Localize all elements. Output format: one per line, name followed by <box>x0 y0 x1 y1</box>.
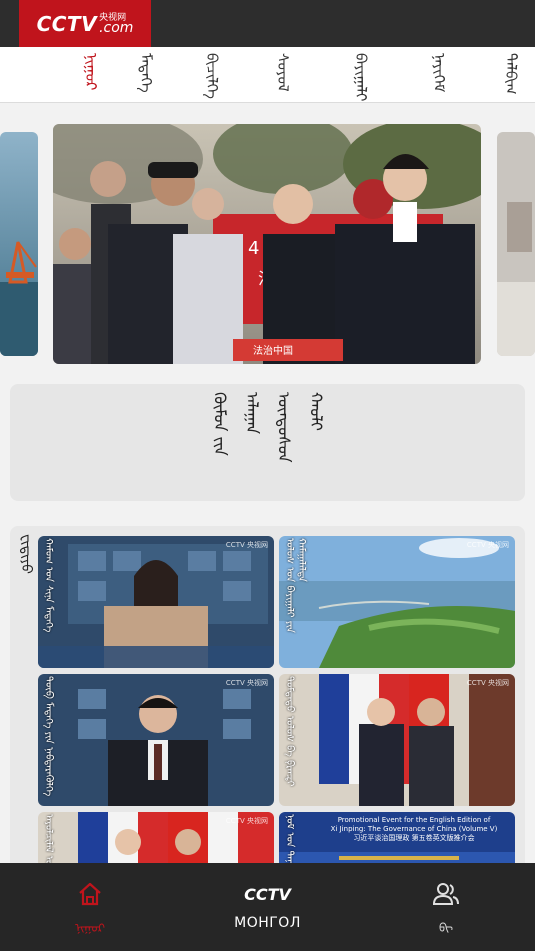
nav-profile-label: ᠪᠢ <box>438 921 453 935</box>
video-card[interactable]: ᠤᠯᠤᠰ ᠤᠨ ᠪᠠᠶᠢᠭᠠᠯᠢ ᠶᠢᠨ ᠬᠠᠮᠠᠭᠠᠯᠠᠯᠲᠠ CCTV 央视… <box>279 536 515 668</box>
male-anchor-thumbnail <box>38 674 274 806</box>
video-watermark: CCTV 央视网 <box>225 817 268 825</box>
video-watermark: CCTV 央视网 <box>225 541 268 549</box>
top-bar: CCTV 央视网 .com <box>0 0 535 47</box>
hero-carousel[interactable]: 4 法日 法治中国 <box>0 122 535 366</box>
logo-wordmark: CCTV 央视网 .com <box>37 12 134 36</box>
nav-home[interactable]: ᠨᠢᠭᠤᠷ <box>62 863 118 951</box>
nav-center-label: МОНГОЛ <box>234 915 301 931</box>
banner-footer-text: 法治中国 <box>253 344 293 357</box>
cctv-logo[interactable]: CCTV 央视网 .com <box>19 0 151 47</box>
tab-label: ᠨᠡᠶᠢᠭᠡᠮ <box>430 53 448 93</box>
video-card[interactable]: ᠠᠶᠤᠯᠴᠢᠯᠠᠯ ᠤᠨ ᠲᠤᠬᠠᠢ CCTV 央视网 <box>38 812 274 866</box>
carousel-slide-next[interactable] <box>497 132 535 356</box>
video-caption: ᠠᠶᠤᠯᠴᠢᠯᠠᠯ ᠤᠨ ᠲᠤᠬᠠᠢ <box>43 814 54 866</box>
video-grid: ᠸᠢᠳᠢᠶᠣ ᠬᠠᠮᠤᠭ ᠤᠨ ᠰᠢᠨᠡ ᠮᠡᠳᠡᠭᠡ CCTV 央视网 ᠤᠯᠤ… <box>10 526 525 866</box>
video-watermark: CCTV 央视网 <box>466 679 509 687</box>
nav-center-logo: CCTV <box>244 884 291 904</box>
tab-nature[interactable]: ᠪᠠᠶᠢᠭᠠᠯᠢ <box>348 53 374 102</box>
banner-en-line-1: Promotional Event for the English Editio… <box>337 816 491 824</box>
section-title-line-1: ᠬᠦᠮᠦᠨ ᠵᠢᠨ ᠠᠯᠠᠭᠠᠨ <box>210 392 262 456</box>
legal-day-photo: 4 法日 法治中国 <box>53 124 481 364</box>
nav-home-label: ᠨᠢᠭᠤᠷ <box>75 921 105 935</box>
event-banner: Promotional Event for the English Editio… <box>319 816 509 843</box>
tab-home[interactable]: ᠨᠢᠭᠤᠷ <box>78 53 104 95</box>
next-slide-image <box>497 132 535 356</box>
banner-number: 4 <box>248 238 259 259</box>
video-caption: ᠲᠥᠪ ᠮᠡᠳᠡᠭᠡ ᠶᠢᠨ ᠨᠡᠪᠲᠡᠷᠡᠭᠦᠯᠭᠡ <box>43 676 54 797</box>
video-watermark: CCTV 央视网 <box>225 679 268 687</box>
home-icon <box>77 881 103 907</box>
sea-rig-image <box>0 132 38 356</box>
video-card[interactable]: ᠳᠤᠮᠳᠠᠳᠤ ᠤᠯᠤᠰ ᠪᠠ ᠹᠷᠠᠨᠼᠢ CCTV 央视网 <box>279 674 515 806</box>
logo-sub-com: .com <box>99 19 134 36</box>
logo-sub: 央视网 .com <box>99 13 133 35</box>
section-title-line-2: ᠦᠨᠳᠦᠰᠦᠨ ᠬᠠᠤᠯᠢ <box>274 392 326 463</box>
banner-en-line-2: Xi Jinping: The Governance of China (Vol… <box>330 825 498 833</box>
video-caption: ᠳᠤᠮᠳᠠᠳᠤ ᠤᠯᠤᠰ ᠪᠠ ᠹᠷᠠᠨᠼᠢ <box>284 676 295 787</box>
tab-label: ᠪᠠᠶᠢᠭᠠᠯᠢ <box>352 53 370 102</box>
video-card[interactable]: ᠬᠠᠮᠤᠭ ᠤᠨ ᠰᠢᠨᠡ ᠮᠡᠳᠡᠭᠡ CCTV 央视网 <box>38 536 274 668</box>
video-card[interactable]: ᠨᠣᠮ ᠤᠨ ᠲᠠᠨᠢᠯᠴᠠᠭᠤᠯᠭ᠎ᠠ Promotional Event f… <box>279 812 515 866</box>
users-icon <box>432 881 460 907</box>
tab-society[interactable]: ᠨᠡᠶᠢᠭᠡᠮ <box>426 53 452 95</box>
diplomatic-meeting-thumbnail <box>279 674 515 806</box>
section-header-card[interactable]: ᠬᠦᠮᠦᠨ ᠵᠢᠨ ᠠᠯᠠᠭᠠᠨ ᠦᠨᠳᠦᠰᠦᠨ ᠬᠠᠤᠯᠢ <box>10 384 525 501</box>
video-caption: ᠨᠣᠮ ᠤᠨ ᠲᠠᠨᠢᠯᠴᠠᠭᠤᠯᠭ᠎ᠠ <box>284 814 295 866</box>
category-tabs: ᠨᠢᠭᠤᠷ ᠮᠡᠳᠡᠭᠡ ᠪᠢᠴᠢᠯᠭᠡ ᠰᠤᠶᠤᠯ ᠪᠠᠶᠢᠭᠠᠯᠢ ᠨᠡᠶᠢ… <box>0 47 535 150</box>
carousel-slide-prev[interactable] <box>0 132 38 356</box>
cctv-logo-icon: CCTV <box>244 881 291 907</box>
video-watermark: CCTV 央视网 <box>466 541 509 549</box>
tab-grassland[interactable]: ᠲᠠᠯᠪᠢᠭ <box>498 53 524 95</box>
video-card[interactable]: ᠲᠥᠪ ᠮᠡᠳᠡᠭᠡ ᠶᠢᠨ ᠨᠡᠪᠲᠡᠷᠡᠭᠦᠯᠭᠡ CCTV 央视网 <box>38 674 274 806</box>
nav-cctv-mongol[interactable]: CCTV МОНГОЛ <box>215 863 320 951</box>
tab-news[interactable]: ᠮᠡᠳᠡᠭᠡ <box>133 53 159 95</box>
tab-label: ᠨᠢᠭᠤᠷ <box>82 53 100 91</box>
video-section-label[interactable]: ᠸᠢᠳᠢᠶᠣ <box>14 534 38 574</box>
tab-label: ᠰᠤᠶᠤᠯ <box>274 53 292 92</box>
video-caption: ᠤᠯᠤᠰ ᠤᠨ ᠪᠠᠶᠢᠭᠠᠯᠢ ᠶᠢᠨ ᠬᠠᠮᠠᠭᠠᠯᠠᠯᠲᠠ <box>284 538 307 633</box>
banner-cn-line: 习近平谈治国理政 第五卷英文版推介会 <box>353 834 475 842</box>
tab-writing[interactable]: ᠪᠢᠴᠢᠯᠭᠡ <box>199 53 225 99</box>
carousel-slide-main[interactable]: 4 法日 法治中国 <box>53 124 481 364</box>
newsroom-thumbnail <box>38 536 274 668</box>
nav-profile[interactable]: ᠪᠢ <box>418 863 474 951</box>
tab-label: ᠲᠠᠯᠪᠢᠭ <box>502 53 520 95</box>
bottom-navigation: ᠨᠢᠭᠤᠷ CCTV МОНГОЛ ᠪᠢ <box>0 863 535 951</box>
tab-label: ᠮᠡᠳᠡᠭᠡ <box>137 53 155 93</box>
tab-culture[interactable]: ᠰᠤᠶᠤᠯ <box>270 53 296 95</box>
video-caption: ᠬᠠᠮᠤᠭ ᠤᠨ ᠰᠢᠨᠡ ᠮᠡᠳᠡᠭᠡ <box>43 538 54 633</box>
tab-label: ᠪᠢᠴᠢᠯᠭᠡ <box>203 53 221 99</box>
logo-text: CCTV <box>36 11 98 36</box>
lake-aerial-thumbnail <box>279 536 515 668</box>
